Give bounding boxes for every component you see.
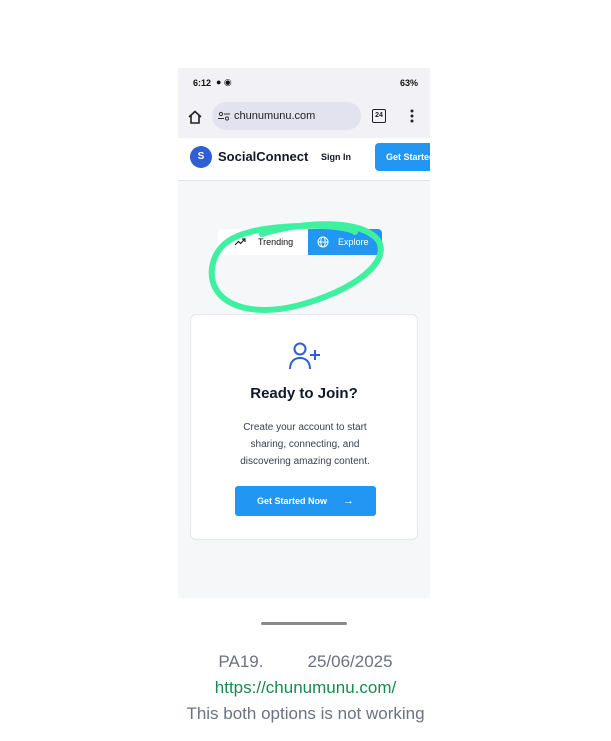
site-header: S SocialConnect Sign In Get Started — [178, 138, 430, 181]
card-desc-line: Create your account to start — [243, 422, 367, 433]
tab-trending[interactable]: Trending — [218, 229, 308, 255]
tab-trending-label: Trending — [258, 237, 294, 247]
get-started-button[interactable]: Get Started — [375, 143, 430, 171]
feed-tab-switch: Trending Explore — [218, 229, 382, 255]
phone-screen: 6:12 ● ◉ 63% chunumunu.com 24 S SocialCo… — [178, 68, 430, 628]
join-card: Ready to Join? Create your account to st… — [190, 314, 418, 540]
browser-toolbar: chunumunu.com 24 — [178, 98, 430, 138]
battery-level: 63% — [399, 78, 418, 88]
user-plus-icon — [289, 342, 320, 370]
status-time: 6:12 — [193, 78, 212, 88]
cta-label: Get Started Now — [257, 496, 328, 506]
get-started-now-button[interactable]: Get Started Now → — [235, 486, 376, 516]
arrow-right-icon: → — [343, 495, 354, 507]
card-desc-line: discovering amazing content. — [240, 456, 370, 467]
gesture-bar — [178, 598, 430, 628]
brand-name[interactable]: SocialConnect — [218, 149, 308, 164]
caption-ref-line: PA19. 25/06/2025 — [0, 652, 611, 672]
tab-explore-label: Explore — [338, 237, 369, 247]
caption-url[interactable]: https://chunumunu.com/ — [0, 678, 611, 698]
home-gesture-handle[interactable] — [261, 622, 347, 625]
caption-ref: PA19. — [218, 652, 264, 671]
notification-icons: ● ◉ — [216, 77, 232, 87]
more-menu-icon[interactable] — [410, 108, 414, 124]
address-bar[interactable]: chunumunu.com — [212, 102, 361, 130]
caption-date: 25/06/2025 — [307, 652, 393, 671]
caption-note: This both options is not working — [186, 704, 425, 723]
site-settings-icon[interactable] — [218, 111, 230, 121]
url-text: chunumunu.com — [234, 110, 316, 122]
tab-explore[interactable]: Explore — [308, 229, 382, 255]
home-icon[interactable] — [187, 109, 203, 125]
card-title: Ready to Join? — [250, 385, 358, 402]
globe-icon — [317, 236, 329, 248]
tabs-icon[interactable]: 24 — [372, 109, 386, 123]
status-bar: 6:12 ● ◉ 63% — [178, 68, 430, 98]
trending-icon — [234, 238, 246, 246]
card-desc-line: sharing, connecting, and — [250, 439, 360, 450]
logo[interactable]: S — [190, 146, 212, 168]
sign-in-link[interactable]: Sign In — [321, 152, 351, 162]
card-description: Create your account to start sharing, co… — [221, 419, 389, 470]
